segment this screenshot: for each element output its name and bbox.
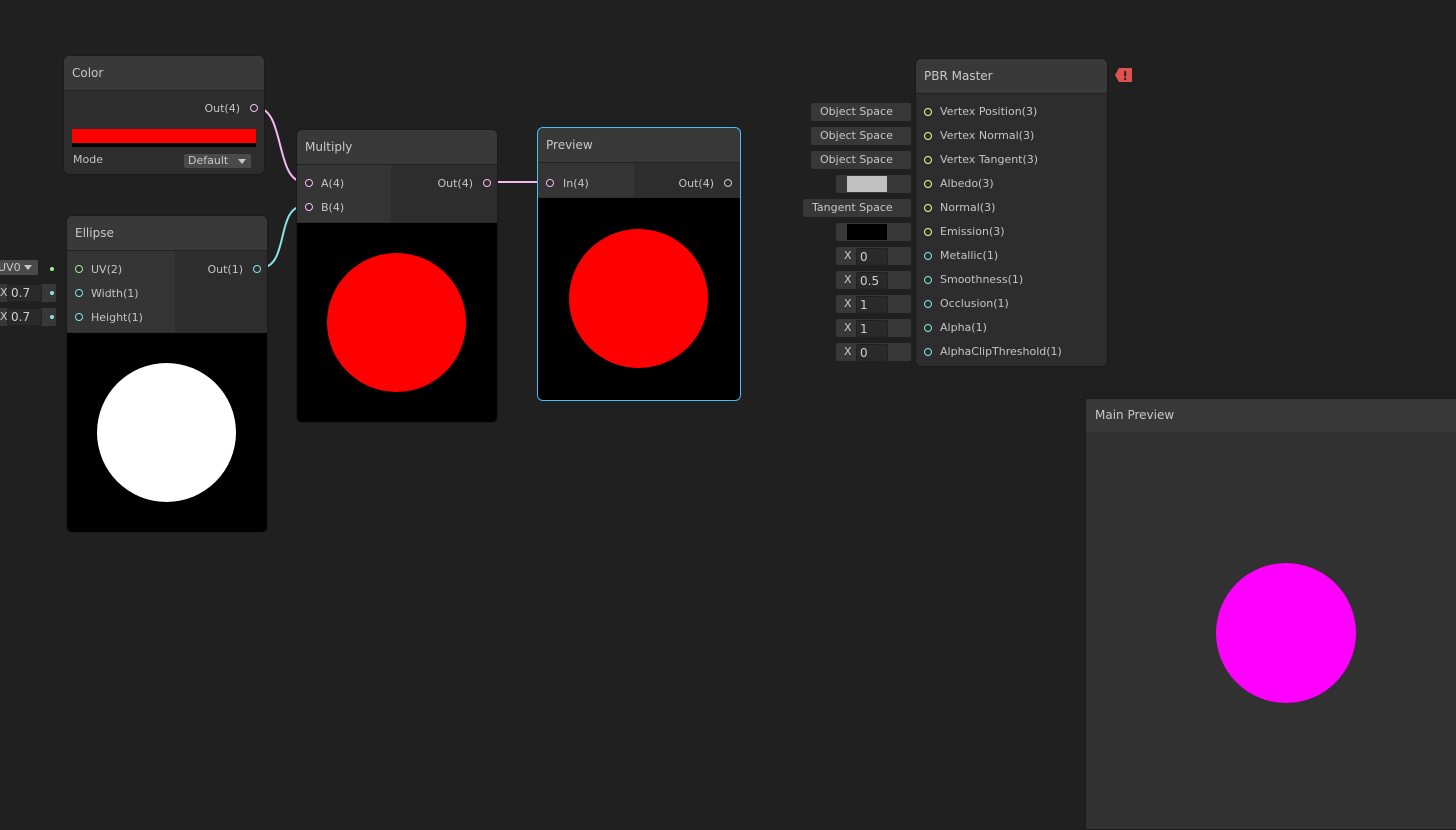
pbr-input-port[interactable]: [924, 108, 932, 116]
preview-node-title: Preview: [538, 128, 740, 163]
x-label: X: [844, 297, 852, 310]
mode-label: Mode: [73, 153, 103, 166]
uv-in-label: UV(2): [91, 263, 123, 276]
error-icon[interactable]: [1114, 67, 1133, 83]
multiply-node[interactable]: Multiply A(4) B(4) Out(4): [297, 130, 497, 422]
emission-color-swatch[interactable]: [847, 224, 887, 240]
uv-in-port[interactable]: [75, 265, 83, 273]
pbr-input-port[interactable]: [924, 204, 932, 212]
multiply-b-port[interactable]: [305, 203, 313, 211]
pbr-master-node[interactable]: PBR Master Vertex Position(3) Vertex Norm…: [916, 59, 1107, 366]
pbr-master-title: PBR Master: [916, 59, 1107, 94]
x-label: X: [844, 345, 852, 358]
ellipse-out-label: Out(1): [207, 263, 243, 276]
multiply-out-label: Out(4): [437, 177, 473, 190]
ellipse-node[interactable]: Ellipse UV(2) Width(1) Height(1) Out(1): [67, 216, 267, 532]
pbr-input-label: Occlusion(1): [940, 297, 1009, 310]
height-in-label: Height(1): [91, 311, 143, 324]
pbr-input-label: AlphaClipThreshold(1): [940, 345, 1062, 358]
white-circle: [97, 363, 236, 502]
vector1-value-input[interactable]: 1: [856, 296, 888, 314]
color-node[interactable]: Color Out(4) Mode Default: [64, 56, 264, 174]
multiply-a-label: A(4): [321, 177, 345, 190]
mode-dropdown[interactable]: Default: [184, 154, 251, 168]
pbr-input-port[interactable]: [924, 252, 932, 260]
pbr-input-label: Smoothness(1): [940, 273, 1024, 286]
pbr-input-port[interactable]: [924, 348, 932, 356]
multiply-out-port[interactable]: [483, 179, 491, 187]
preview-out-port[interactable]: [724, 179, 732, 187]
width-in-port[interactable]: [75, 289, 83, 297]
red-circle: [569, 229, 708, 368]
x-label: X: [844, 321, 852, 334]
width-control-dot: [50, 291, 54, 295]
space-dropdown[interactable]: Object Space: [811, 151, 911, 169]
uv-control-dot: [50, 267, 54, 271]
color-swatch[interactable]: [72, 129, 256, 147]
space-dropdown[interactable]: Object Space: [811, 127, 911, 145]
chevron-down-icon: [24, 265, 32, 270]
albedo-color-swatch[interactable]: [847, 176, 887, 192]
main-preview-panel[interactable]: Main Preview: [1085, 398, 1456, 830]
color-out-port[interactable]: [250, 104, 258, 112]
multiply-a-port[interactable]: [305, 179, 313, 187]
main-preview-title: Main Preview: [1086, 399, 1456, 432]
vector1-value-input[interactable]: 0: [856, 248, 888, 266]
height-in-port[interactable]: [75, 313, 83, 321]
pbr-input-port[interactable]: [924, 300, 932, 308]
pbr-input-label: Albedo(3): [940, 177, 994, 190]
pbr-input-port[interactable]: [924, 276, 932, 284]
preview-node[interactable]: Preview In(4) Out(4): [538, 128, 740, 400]
pbr-input-port[interactable]: [924, 228, 932, 236]
x-label: X: [844, 249, 852, 262]
chevron-down-icon: [238, 159, 246, 164]
preview-out-label: Out(4): [678, 177, 714, 190]
uv-value: UV0: [0, 261, 21, 274]
vector1-value-input[interactable]: 0.5: [856, 272, 888, 290]
space-dropdown[interactable]: Object Space: [811, 103, 911, 121]
multiply-b-label: B(4): [321, 201, 345, 214]
color-out-label: Out(4): [204, 102, 240, 115]
width-value-input[interactable]: 0.7: [7, 284, 42, 302]
width-in-label: Width(1): [91, 287, 139, 300]
pbr-input-port[interactable]: [924, 132, 932, 140]
uv-dropdown[interactable]: UV0: [0, 260, 38, 275]
pbr-input-label: Alpha(1): [940, 321, 987, 334]
height-control-dot: [50, 315, 54, 319]
height-value-input[interactable]: 0.7: [7, 308, 42, 326]
pbr-input-label: Vertex Normal(3): [940, 129, 1035, 142]
mode-value: Default: [188, 154, 229, 167]
preview-in-port[interactable]: [546, 179, 554, 187]
pbr-input-port[interactable]: [924, 324, 932, 332]
vector1-value-input[interactable]: 1: [856, 320, 888, 338]
space-dropdown[interactable]: Tangent Space: [803, 199, 911, 217]
ellipse-out-port[interactable]: [253, 265, 261, 273]
ellipse-preview: [67, 333, 267, 532]
red-circle: [327, 253, 466, 392]
pbr-input-port[interactable]: [924, 156, 932, 164]
pbr-input-label: Vertex Position(3): [940, 105, 1038, 118]
multiply-preview: [297, 223, 497, 422]
multiply-node-title: Multiply: [297, 130, 497, 165]
main-preview-sphere[interactable]: [1216, 563, 1356, 703]
preview-in-label: In(4): [563, 177, 589, 190]
pbr-input-label: Vertex Tangent(3): [940, 153, 1039, 166]
pbr-input-label: Emission(3): [940, 225, 1005, 238]
preview-image: [538, 198, 740, 400]
x-label: X: [844, 273, 852, 286]
pbr-input-port[interactable]: [924, 180, 932, 188]
pbr-input-label: Metallic(1): [940, 249, 999, 262]
color-node-title: Color: [64, 56, 264, 91]
vector1-value-input[interactable]: 0: [856, 344, 888, 362]
pbr-input-label: Normal(3): [940, 201, 996, 214]
ellipse-node-title: Ellipse: [67, 216, 267, 251]
